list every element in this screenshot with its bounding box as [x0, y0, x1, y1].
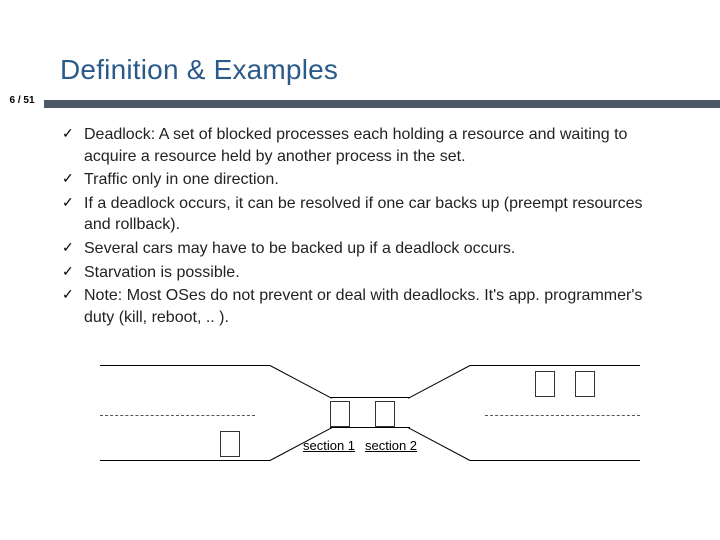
slide: Definition & Examples 6 / 51 Deadlock: A…	[0, 0, 720, 540]
road-edge	[100, 460, 270, 461]
road-edge	[470, 365, 640, 366]
road-merge-edge	[408, 427, 470, 461]
section-label: section 1	[303, 438, 355, 453]
bullet-item: Deadlock: A set of blocked processes eac…	[62, 124, 672, 167]
road-edge	[330, 397, 410, 398]
bullet-item: Several cars may have to be backed up if…	[62, 238, 672, 260]
section-label: section 2	[365, 438, 417, 453]
road-merge-edge	[270, 365, 332, 399]
road-edge	[330, 427, 410, 428]
bullet-item: Note: Most OSes do not prevent or deal w…	[62, 285, 672, 328]
page-counter: 6 / 51	[0, 94, 44, 108]
road-center-dashed	[100, 415, 255, 417]
bullet-list: Deadlock: A set of blocked processes eac…	[62, 124, 672, 328]
car-icon	[575, 371, 595, 397]
car-icon	[220, 431, 240, 457]
road-edge	[100, 365, 270, 366]
bullet-item: Starvation is possible.	[62, 262, 672, 284]
road-edge	[470, 460, 640, 461]
car-icon	[375, 401, 395, 427]
body-text: Deadlock: A set of blocked processes eac…	[62, 124, 672, 330]
bullet-item: If a deadlock occurs, it can be resolved…	[62, 193, 672, 236]
car-icon	[330, 401, 350, 427]
road-merge-edge	[408, 365, 470, 399]
bullet-item: Traffic only in one direction.	[62, 169, 672, 191]
title-underline-bar	[0, 100, 720, 108]
road-center-dashed	[485, 415, 640, 417]
slide-title: Definition & Examples	[60, 54, 338, 86]
car-icon	[535, 371, 555, 397]
road-merge-diagram: section 1 section 2	[100, 365, 640, 495]
